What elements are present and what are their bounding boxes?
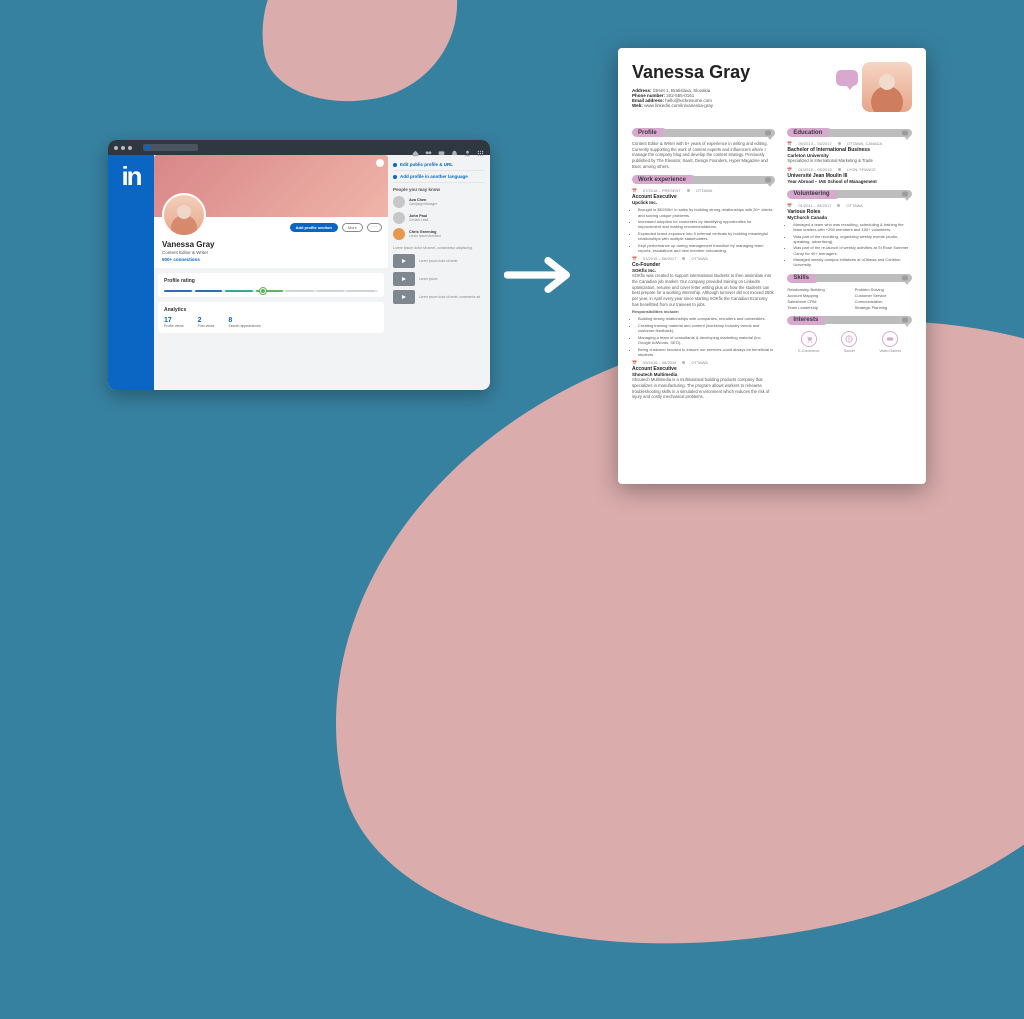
learning-item[interactable]: Lorem ipsum dolor sit amet, consectetur … xyxy=(393,290,485,304)
connections-link[interactable]: 500+ connections xyxy=(162,257,382,262)
metric-profile-views[interactable]: 17 Profile views xyxy=(164,317,184,328)
profile-headline: Content Editor & Writer xyxy=(162,250,382,255)
resume-document: Vanessa Gray Address: Street 1, Bratisla… xyxy=(618,48,926,484)
search-icon xyxy=(145,145,150,150)
edit-cover-icon[interactable] xyxy=(376,159,384,167)
suggested-person[interactable]: John PaulContent Lead xyxy=(393,212,485,224)
resume-avatar xyxy=(862,62,912,112)
learning-item[interactable]: Lorem ipsum xyxy=(393,272,485,286)
profile-rating-card: Profile rating xyxy=(158,273,384,297)
gamepad-icon xyxy=(882,331,898,347)
add-language-link[interactable]: Add profile in another language xyxy=(393,171,485,183)
people-you-may-know-title: People you may know xyxy=(393,187,485,192)
section-heading-work: Work experience xyxy=(632,175,775,184)
home-icon[interactable] xyxy=(412,144,419,151)
messaging-icon[interactable] xyxy=(438,144,445,151)
volunteering-item: 📅01/2011 – 04/2017OTTAWA Various Roles M… xyxy=(787,203,912,268)
decorative-blob-top xyxy=(248,0,473,116)
linkedin-sidebar: Edit public profile & URL Add profile in… xyxy=(388,155,490,390)
avatar xyxy=(393,228,405,240)
profile-text: Content Editor & Writer with 5+ years of… xyxy=(632,141,775,169)
cart-icon xyxy=(801,331,817,347)
add-section-button[interactable]: Add profile section xyxy=(290,223,338,232)
suggested-person[interactable]: Chris GreeningLorem Ipsum Architect xyxy=(393,228,485,240)
metric-post-views[interactable]: 2 Post views xyxy=(198,317,215,328)
learning-item[interactable]: Lorem ipsum dolor sit amet xyxy=(393,254,485,268)
interests-row: E-Commerce Soccer Video Games xyxy=(787,331,912,353)
arrow-icon xyxy=(504,250,584,305)
section-heading-volunteering: Volunteering xyxy=(787,190,912,199)
resume-contacts: Address: Street 1, Bratislava, Slovakia … xyxy=(632,88,750,108)
section-heading-interests: Interests xyxy=(787,316,912,325)
me-icon[interactable] xyxy=(464,144,471,151)
search-input[interactable] xyxy=(143,144,198,151)
work-item: 📅01/2016 – 08/2017OTTAWA Co-Founder SOKf… xyxy=(632,256,775,357)
more-button[interactable]: More xyxy=(342,223,363,232)
resume-name: Vanessa Gray xyxy=(632,62,750,83)
skills-grid: Relationship BuildingProblem Solving Acc… xyxy=(787,287,912,310)
education-item: 📅09/2013 – 04/2017OTTAWA, CANADA Bachelo… xyxy=(787,141,912,164)
window-controls[interactable] xyxy=(114,146,132,150)
edit-public-profile-link[interactable]: Edit public profile & URL xyxy=(393,159,485,171)
education-item: 📅01/2015 – 05/2015LYON, FRANCE Universit… xyxy=(787,167,912,184)
section-heading-skills: Skills xyxy=(787,274,912,283)
analytics-title: Analytics xyxy=(164,307,378,313)
play-icon xyxy=(393,254,415,268)
profile-name: Vanessa Gray xyxy=(162,240,382,249)
linkedin-logo-text: in xyxy=(121,161,140,192)
apps-icon[interactable] xyxy=(477,144,484,151)
overflow-button[interactable]: ⋯ xyxy=(367,223,382,232)
suggested-person[interactable]: Ava ChenCampaign Manager xyxy=(393,196,485,208)
browser-titlebar xyxy=(108,140,490,155)
speech-bubble-icon xyxy=(836,70,858,86)
avatar xyxy=(393,212,405,224)
metric-search-appearances[interactable]: 8 Search appearances xyxy=(228,317,260,328)
ball-icon xyxy=(841,331,857,347)
notifications-icon[interactable] xyxy=(451,144,458,151)
work-item: 📅09/2016 – 06/2018OTTAWA Account Executi… xyxy=(632,360,775,400)
network-icon[interactable] xyxy=(425,144,432,151)
play-icon xyxy=(393,290,415,304)
profile-rating-bar[interactable] xyxy=(164,290,378,292)
linkedin-window: in Add profile section More ⋯ Vanessa Gr… xyxy=(108,140,490,390)
section-heading-profile: Profile xyxy=(632,128,775,137)
play-icon xyxy=(393,272,415,286)
profile-rating-title: Profile rating xyxy=(164,278,378,284)
avatar[interactable] xyxy=(162,193,206,237)
promo-text: Lorem ipsum dolor sit amet, consectetur … xyxy=(393,246,485,250)
section-heading-education: Education xyxy=(787,128,912,137)
linkedin-logo: in xyxy=(108,155,154,390)
work-item: 📅07/2018 – PRESENTOTTAWA Account Executi… xyxy=(632,188,775,253)
avatar xyxy=(393,196,405,208)
analytics-card: Analytics 17 Profile views 2 Post views … xyxy=(158,302,384,333)
profile-header-card: Add profile section More ⋯ Vanessa Gray … xyxy=(154,217,388,268)
